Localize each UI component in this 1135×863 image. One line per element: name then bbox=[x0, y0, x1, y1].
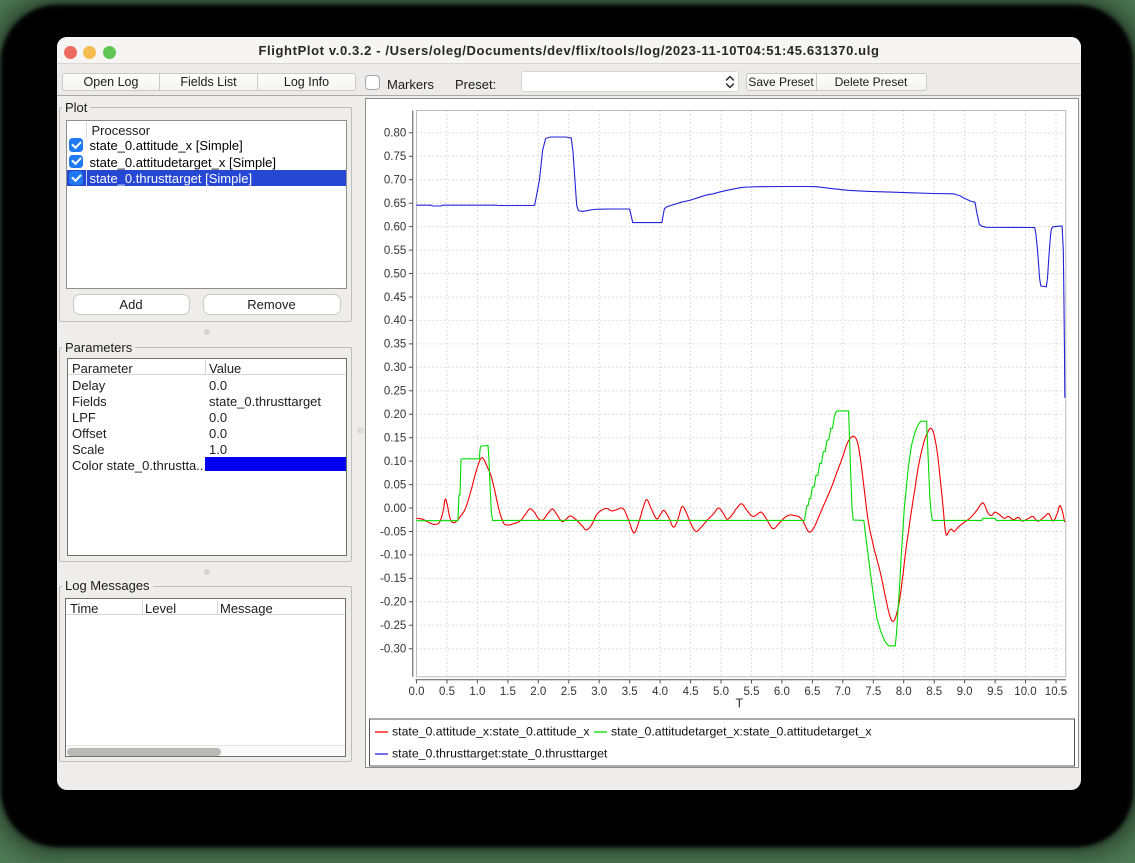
svg-text:7.0: 7.0 bbox=[835, 685, 851, 697]
svg-text:0.35: 0.35 bbox=[384, 338, 406, 350]
svg-text:5.0: 5.0 bbox=[713, 685, 729, 697]
svg-text:3.5: 3.5 bbox=[622, 685, 638, 697]
svg-text:T: T bbox=[735, 696, 743, 710]
svg-text:1.5: 1.5 bbox=[500, 685, 516, 697]
svg-text:state_0.thrusttarget:state_0.t: state_0.thrusttarget:state_0.thrusttarge… bbox=[392, 746, 608, 760]
svg-text:0.75: 0.75 bbox=[384, 151, 406, 163]
svg-text:0.30: 0.30 bbox=[384, 362, 406, 374]
svg-text:-0.15: -0.15 bbox=[380, 573, 406, 585]
svg-text:0.05: 0.05 bbox=[384, 479, 406, 491]
svg-text:0.20: 0.20 bbox=[384, 409, 406, 421]
svg-text:state_0.attitudetarget_x:state: state_0.attitudetarget_x:state_0.attitud… bbox=[611, 724, 872, 738]
svg-text:6.5: 6.5 bbox=[804, 685, 820, 697]
svg-text:3.0: 3.0 bbox=[591, 685, 607, 697]
svg-text:9.5: 9.5 bbox=[987, 685, 1003, 697]
svg-text:-0.20: -0.20 bbox=[380, 596, 406, 608]
svg-text:0.15: 0.15 bbox=[384, 432, 406, 444]
svg-text:0.60: 0.60 bbox=[384, 221, 406, 233]
svg-text:2.0: 2.0 bbox=[530, 685, 546, 697]
svg-text:7.5: 7.5 bbox=[865, 685, 881, 697]
svg-text:5.5: 5.5 bbox=[744, 685, 760, 697]
svg-text:-0.25: -0.25 bbox=[380, 620, 406, 632]
svg-text:0.55: 0.55 bbox=[384, 244, 406, 256]
svg-text:-0.05: -0.05 bbox=[380, 526, 406, 538]
svg-text:-0.10: -0.10 bbox=[380, 549, 406, 561]
svg-text:10.5: 10.5 bbox=[1045, 685, 1067, 697]
svg-text:9.0: 9.0 bbox=[957, 685, 973, 697]
svg-text:2.5: 2.5 bbox=[561, 685, 577, 697]
svg-text:-0.30: -0.30 bbox=[380, 643, 406, 655]
svg-text:0.80: 0.80 bbox=[384, 127, 406, 139]
svg-text:0.40: 0.40 bbox=[384, 315, 406, 327]
svg-text:1.0: 1.0 bbox=[469, 685, 485, 697]
svg-text:4.5: 4.5 bbox=[683, 685, 699, 697]
svg-text:state_0.attitude_x:state_0.att: state_0.attitude_x:state_0.attitude_x bbox=[392, 724, 590, 738]
svg-text:6.0: 6.0 bbox=[774, 685, 790, 697]
svg-text:0.65: 0.65 bbox=[384, 198, 406, 210]
svg-text:8.5: 8.5 bbox=[926, 685, 942, 697]
svg-text:0.5: 0.5 bbox=[439, 685, 455, 697]
svg-text:10.0: 10.0 bbox=[1014, 685, 1036, 697]
svg-text:0.0: 0.0 bbox=[409, 685, 425, 697]
svg-text:4.0: 4.0 bbox=[652, 685, 668, 697]
svg-text:0.25: 0.25 bbox=[384, 385, 406, 397]
svg-text:0.70: 0.70 bbox=[384, 174, 406, 186]
svg-text:0.10: 0.10 bbox=[384, 455, 406, 467]
svg-text:0.45: 0.45 bbox=[384, 291, 406, 303]
svg-text:0.50: 0.50 bbox=[384, 268, 406, 280]
svg-text:8.0: 8.0 bbox=[896, 685, 912, 697]
svg-text:0.00: 0.00 bbox=[384, 502, 406, 514]
